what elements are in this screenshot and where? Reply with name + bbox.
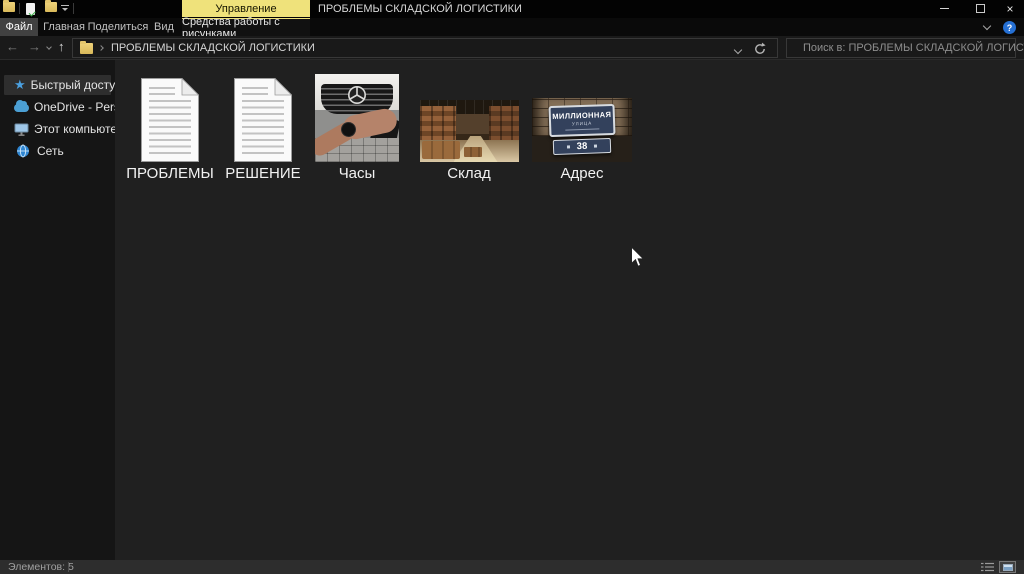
folder-icon (80, 43, 93, 54)
breadcrumb-chevron-icon (98, 45, 104, 51)
folder-icon (45, 2, 57, 12)
house-number-sign: 38 (553, 138, 611, 155)
recent-locations-button[interactable] (47, 45, 51, 49)
qat-folder-button[interactable] (3, 2, 15, 12)
file-chasy[interactable]: Часы (302, 70, 412, 182)
folder-icon (3, 2, 15, 12)
forward-button[interactable]: → (28, 40, 41, 54)
address-bar[interactable]: ПРОБЛЕМЫ СКЛАДСКОЙ ЛОГИСТИКИ (72, 38, 778, 58)
breadcrumb[interactable]: ПРОБЛЕМЫ СКЛАДСКОЙ ЛОГИСТИКИ (111, 42, 315, 54)
warehouse-photo-thumbnail (420, 100, 519, 162)
chevron-down-icon (983, 22, 991, 30)
computer-icon (14, 123, 29, 136)
menu-lines-icon (61, 5, 69, 6)
separator (73, 3, 74, 14)
ribbon-tab-bar: Файл Главная Поделиться Вид Средства раб… (0, 18, 1024, 36)
minimize-icon (940, 8, 949, 9)
maximize-button[interactable] (966, 0, 994, 17)
tab-file[interactable]: Файл (0, 18, 38, 36)
search-placeholder: Поиск в: ПРОБЛЕМЫ СКЛАДСКОЙ ЛОГИСТИКИ (803, 42, 1024, 54)
file-adres[interactable]: МИЛЛИОННАЯ УЛИЦА 38 Адрес (527, 70, 637, 182)
sidebar-item-label: Быстрый доступ (31, 78, 122, 92)
mercedes-star-icon (347, 85, 367, 110)
house-number-text: 38 (577, 141, 588, 152)
sidebar-item-network[interactable]: Сеть (4, 141, 111, 161)
up-button[interactable]: ↑ (58, 40, 65, 54)
file-label: Адрес (527, 165, 637, 182)
close-icon: × (1006, 3, 1013, 15)
network-icon (16, 144, 30, 158)
minimize-button[interactable] (930, 0, 958, 17)
qat-new-folder-button[interactable] (45, 2, 57, 12)
refresh-button[interactable] (753, 42, 767, 61)
details-view-button[interactable] (979, 561, 996, 573)
back-button[interactable]: ← (6, 40, 19, 54)
navigation-pane: ★ Быстрый доступ OneDrive - Personal Это… (0, 60, 115, 560)
dropdown-arrow-icon (62, 8, 68, 11)
window-title: ПРОБЛЕМЫ СКЛАДСКОЙ ЛОГИСТИКИ (318, 3, 522, 15)
help-button[interactable]: ? (1003, 21, 1016, 34)
items-count: Элементов: 5 (8, 561, 74, 573)
ribbon-collapse-button[interactable] (984, 23, 990, 29)
refresh-icon (753, 42, 767, 56)
title-bar: Управление ПРОБЛЕМЫ СКЛАДСКОЙ ЛОГИСТИКИ … (0, 0, 1024, 18)
separator (68, 562, 69, 572)
close-button[interactable]: × (996, 0, 1024, 17)
qat-customize-button[interactable] (61, 5, 69, 11)
watch-photo-thumbnail (315, 74, 399, 162)
mouse-cursor (630, 246, 645, 268)
document-icon (141, 78, 199, 162)
separator (19, 3, 20, 14)
star-icon: ★ (14, 79, 26, 91)
sidebar-item-quick-access[interactable]: ★ Быстрый доступ (4, 75, 111, 95)
maximize-icon (976, 4, 985, 13)
street-name-sign: МИЛЛИОННАЯ УЛИЦА (548, 104, 615, 137)
navigation-bar: ← → ↑ ПРОБЛЕМЫ СКЛАДСКОЙ ЛОГИСТИКИ Поиск… (0, 36, 1024, 60)
contextual-group-tab[interactable]: Управление (182, 0, 310, 17)
file-label: Склад (414, 165, 524, 182)
list-view-icon (981, 562, 994, 572)
sidebar-item-this-pc[interactable]: Этот компьютер (4, 119, 111, 139)
tab-share[interactable]: Поделиться (92, 18, 144, 36)
search-box[interactable]: Поиск в: ПРОБЛЕМЫ СКЛАДСКОЙ ЛОГИСТИКИ (786, 38, 1016, 58)
document-icon (234, 78, 292, 162)
street-sign-photo-thumbnail: МИЛЛИОННАЯ УЛИЦА 38 (532, 98, 632, 162)
file-sklad[interactable]: Склад (414, 70, 524, 182)
street-type-text: УЛИЦА (551, 120, 613, 127)
chevron-down-icon (734, 46, 742, 54)
status-bar: Элементов: 5 (0, 560, 1024, 574)
tab-view[interactable]: Вид (150, 18, 178, 36)
tab-home[interactable]: Главная (42, 18, 86, 36)
thumbnails-view-button[interactable] (999, 561, 1016, 573)
address-dropdown-button[interactable] (735, 47, 741, 53)
thumbnails-view-icon (1003, 564, 1013, 571)
qat-properties-button[interactable] (26, 3, 35, 15)
sidebar-item-label: Этот компьютер (34, 122, 124, 136)
chevron-down-icon (46, 44, 52, 50)
sidebar-item-label: Сеть (37, 144, 64, 158)
file-label: Часы (302, 165, 412, 182)
file-list-area: ПРОБЛЕМЫ РЕШЕНИЕ (115, 60, 1024, 560)
cloud-icon (14, 104, 29, 112)
properties-icon (26, 3, 35, 15)
sidebar-item-onedrive[interactable]: OneDrive - Personal (4, 97, 111, 117)
tab-picture-tools[interactable]: Средства работы с рисунками (182, 18, 310, 36)
